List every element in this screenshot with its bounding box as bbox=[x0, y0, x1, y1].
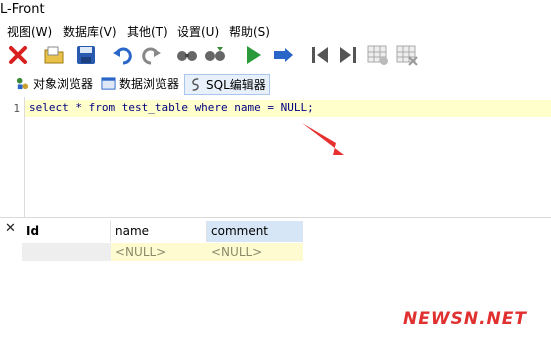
menu-view[interactable]: 视图(W) bbox=[7, 23, 52, 40]
find-icon[interactable] bbox=[175, 43, 199, 67]
tab-data-browser[interactable]: 数据浏览器 bbox=[98, 74, 182, 93]
close-results-icon[interactable]: ✕ bbox=[5, 221, 16, 236]
red-arrow-annotation bbox=[302, 123, 344, 155]
menu-settings[interactable]: 设置(U) bbox=[177, 23, 219, 40]
table-cell-comment[interactable]: <NULL> bbox=[207, 243, 303, 261]
run-icon[interactable] bbox=[241, 43, 265, 67]
save-icon[interactable] bbox=[74, 43, 98, 67]
window-title: L-Front bbox=[0, 2, 45, 17]
sql-editor-icon bbox=[192, 78, 199, 91]
tab-object-browser[interactable]: 对象浏览器 bbox=[12, 74, 96, 93]
column-header-name[interactable]: name bbox=[111, 221, 207, 242]
title-bar: L-Front bbox=[0, 0, 551, 21]
find-replace-icon[interactable] bbox=[203, 43, 227, 67]
sql-code[interactable]: select * from test_table where name = NU… bbox=[29, 101, 314, 114]
column-header-comment[interactable]: comment bbox=[207, 221, 303, 242]
menu-database[interactable]: 数据库(V) bbox=[63, 23, 117, 40]
tab-label: 对象浏览器 bbox=[33, 77, 94, 91]
last-record-icon[interactable] bbox=[336, 43, 360, 67]
line-number-gutter: 1 bbox=[0, 97, 25, 217]
column-header-id[interactable]: Id bbox=[22, 221, 111, 242]
menu-help[interactable]: 帮助(S) bbox=[229, 23, 270, 40]
redo-icon[interactable] bbox=[139, 43, 163, 67]
first-record-icon[interactable] bbox=[308, 43, 332, 67]
menu-other[interactable]: 其他(T) bbox=[127, 23, 168, 40]
results-grid: ✕ Id name comment <NULL> <NULL> NEWSN.NE… bbox=[0, 217, 551, 343]
tab-sql-editor[interactable]: SQL编辑器 bbox=[184, 74, 270, 95]
object-browser-icon bbox=[16, 77, 29, 90]
line-number: 1 bbox=[13, 102, 20, 115]
tab-bar: 对象浏览器 数据浏览器 SQL编辑器 bbox=[0, 71, 551, 97]
undo-icon[interactable] bbox=[111, 43, 135, 67]
data-browser-icon bbox=[101, 77, 116, 90]
grid-add-icon[interactable] bbox=[366, 43, 390, 67]
table-cell-name[interactable]: <NULL> bbox=[111, 243, 207, 261]
menu-bar: 视图(W) 数据库(V) 其他(T) 设置(U) 帮助(S) bbox=[0, 21, 551, 40]
open-folder-icon[interactable] bbox=[42, 43, 66, 67]
grid-delete-icon[interactable] bbox=[395, 43, 419, 67]
sql-editor[interactable]: 1 select * from test_table where name = … bbox=[0, 97, 551, 217]
toolbar bbox=[0, 40, 551, 71]
tab-label: SQL编辑器 bbox=[206, 78, 266, 92]
table-cell-id[interactable] bbox=[22, 243, 111, 261]
close-x-icon[interactable] bbox=[6, 43, 30, 67]
run-step-icon[interactable] bbox=[271, 43, 295, 67]
watermark: NEWSN.NET bbox=[403, 309, 527, 329]
tab-label: 数据浏览器 bbox=[119, 77, 180, 91]
